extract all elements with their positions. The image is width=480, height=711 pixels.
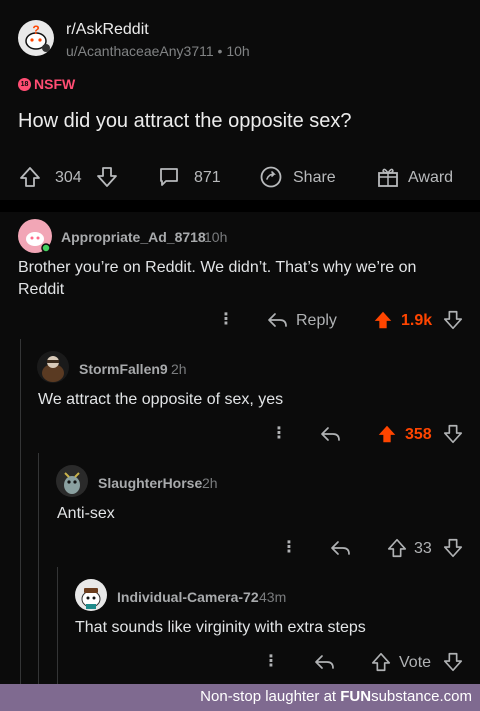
comment-score: 358 — [405, 426, 432, 443]
more-options-icon[interactable]: ⋮ — [218, 309, 234, 329]
nsfw-tag: 18 NSFW — [18, 76, 75, 92]
watermark-banner: Non-stop laughter at FUNsubstance.com — [0, 684, 480, 711]
comment-score: 33 — [414, 540, 432, 557]
downvote-icon[interactable] — [442, 651, 464, 673]
comment-score: 1.9k — [401, 312, 433, 329]
watermark-text: Non-stop laughter at FUNsubstance.com — [200, 688, 472, 705]
snoo-question-icon: ? — [25, 23, 50, 52]
comment-timestamp: 10h — [204, 229, 228, 245]
user-avatar[interactable] — [18, 219, 52, 253]
upvote-icon[interactable] — [386, 537, 408, 559]
comment-list: Appropriate_Ad_8718 10h Brother you’re o… — [0, 212, 480, 684]
post-title[interactable]: How did you attract the opposite sex? — [18, 110, 352, 133]
comment-body: Anti-sex — [57, 505, 115, 522]
nsfw-label: NSFW — [34, 76, 76, 92]
user-avatar[interactable] — [75, 579, 107, 611]
reply-icon[interactable] — [266, 310, 288, 330]
watermark-brand-rest: substance — [371, 688, 440, 705]
post-card: ? r/AskReddit u/AcanthaceaeAny3711 • 10h… — [0, 0, 480, 200]
comment-username[interactable]: SlaughterHorse — [98, 475, 202, 491]
upvote-active-icon[interactable] — [376, 423, 398, 445]
downvote-icon[interactable] — [442, 309, 464, 331]
section-divider — [0, 200, 480, 212]
comment-username[interactable]: Individual-Camera-72 — [117, 589, 259, 605]
comment-body: That sounds like virginity with extra st… — [75, 619, 366, 636]
comment-timestamp: 2h — [171, 361, 187, 377]
more-options-icon[interactable]: ⋮ — [263, 651, 279, 671]
comment-timestamp: 2h — [202, 475, 218, 491]
post-vote-count: 304 — [55, 169, 82, 186]
post-comment-count[interactable]: 871 — [194, 169, 221, 187]
comment-timestamp: 43m — [259, 589, 287, 605]
reply-icon[interactable] — [313, 652, 335, 672]
comment-vote-label: Vote — [399, 654, 432, 671]
comment-username[interactable]: Appropriate_Ad_8718 — [61, 229, 206, 245]
thread-line — [57, 567, 58, 684]
watermark-brand-fun: FUN — [340, 688, 372, 705]
more-options-icon[interactable]: ⋮ — [281, 537, 297, 557]
watermark-prefix: Non-stop laughter at — [200, 688, 341, 705]
upvote-icon[interactable] — [18, 165, 42, 189]
thread-line — [38, 453, 39, 684]
upvote-active-icon[interactable] — [372, 309, 394, 331]
nsfw-badge-icon: 18 — [18, 77, 31, 91]
subreddit-avatar[interactable]: ? — [18, 20, 54, 56]
watermark-brand-tld: .com — [439, 688, 472, 705]
share-button[interactable]: Share — [293, 169, 336, 187]
user-avatar[interactable] — [56, 465, 88, 497]
award-icon[interactable] — [376, 165, 400, 189]
award-button[interactable]: Award — [408, 169, 453, 187]
comment-body: We attract the opposite of sex, yes — [38, 391, 284, 408]
share-icon[interactable] — [259, 165, 283, 189]
downvote-icon[interactable] — [95, 165, 119, 189]
reply-button[interactable]: Reply — [296, 312, 337, 330]
reply-icon[interactable] — [329, 538, 351, 558]
subreddit-name[interactable]: r/AskReddit — [66, 21, 149, 39]
comment-body: Brother you’re on Reddit. We didn’t. Tha… — [18, 259, 417, 298]
more-options-icon[interactable]: ⋮ — [271, 423, 287, 443]
svg-text:?: ? — [32, 23, 39, 37]
thread-line — [20, 339, 21, 684]
downvote-icon[interactable] — [442, 423, 464, 445]
comment-username[interactable]: StormFallen9 — [79, 361, 168, 377]
comment-icon[interactable] — [157, 165, 181, 189]
post-author-meta[interactable]: u/AcanthaceaeAny3711 • 10h — [66, 43, 250, 59]
user-avatar[interactable] — [37, 351, 69, 383]
downvote-icon[interactable] — [442, 537, 464, 559]
reply-icon[interactable] — [319, 424, 341, 444]
upvote-icon[interactable] — [370, 651, 392, 673]
